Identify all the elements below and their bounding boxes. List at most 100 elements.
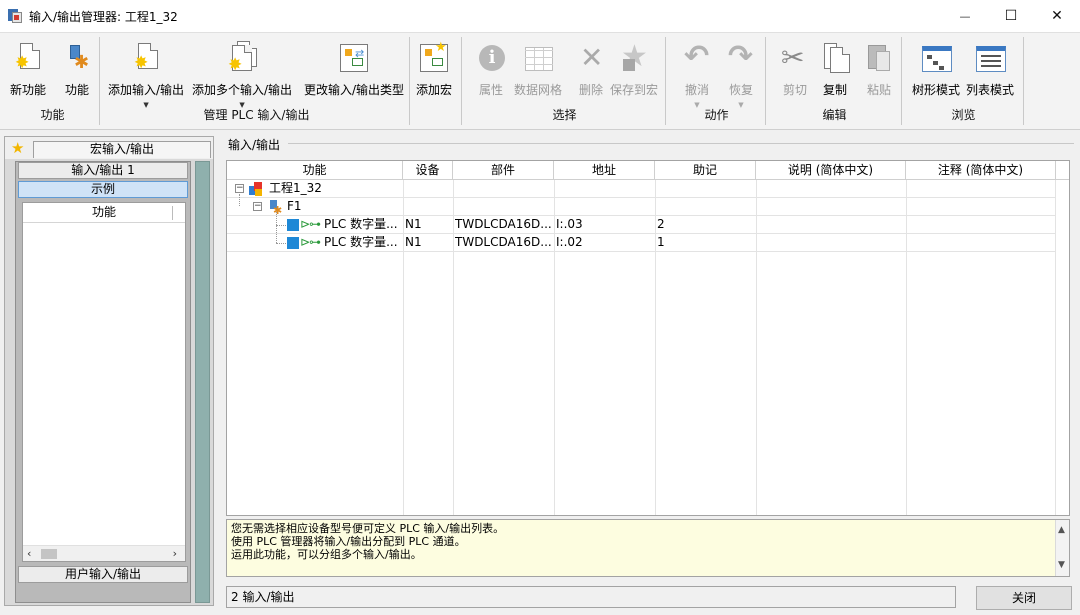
tree-mode-button[interactable]: 树形模式 bbox=[912, 41, 960, 98]
chevron-down-icon[interactable]: ▼ bbox=[1058, 559, 1065, 572]
paste-icon bbox=[862, 41, 896, 75]
scrollbar-thumb[interactable] bbox=[41, 549, 57, 559]
column-header[interactable]: 地址 bbox=[554, 161, 655, 180]
close-button[interactable]: 关闭 bbox=[976, 586, 1072, 610]
cell-device: N1 bbox=[405, 217, 422, 231]
plc-digital-io-icon: ⊳ ⊶ bbox=[287, 236, 321, 250]
close-window-button[interactable]: ✕ bbox=[1034, 0, 1080, 32]
function-button[interactable]: ✱ 功能 bbox=[60, 41, 94, 98]
ribbon-group-select: i 属性 数据网格 ✕ 删除 ★ 保存到宏 选择 bbox=[464, 37, 666, 125]
collapse-icon[interactable]: − bbox=[253, 202, 262, 211]
tree-row-function[interactable]: − ✱ F1 bbox=[227, 194, 1055, 216]
add-io-button[interactable]: ✸ 添加输入/输出 ▼ bbox=[108, 41, 184, 109]
copy-icon bbox=[818, 41, 852, 75]
new-function-icon: ✸ bbox=[11, 41, 45, 75]
vertical-scrollbar[interactable]: ▲ ▼ bbox=[1055, 520, 1069, 576]
cell-device: N1 bbox=[405, 235, 422, 249]
vertical-scrollbar[interactable] bbox=[1055, 180, 1069, 515]
tree-row-project[interactable]: − 工程1_32 bbox=[227, 180, 1055, 198]
change-io-type-icon: ⇄ bbox=[337, 41, 371, 75]
chevron-up-icon[interactable]: ▲ bbox=[1058, 524, 1065, 537]
new-function-button[interactable]: ✸ 新功能 bbox=[10, 41, 46, 98]
function-icon: ✱ bbox=[60, 41, 94, 75]
macro-io-navigator: 输入/输出 1 示例 功能 ‹ › 用户输入/输出 bbox=[15, 161, 191, 603]
table-header: 功能 设备 部件 地址 助记 说明 (简体中文) 注释 (简体中文) bbox=[227, 161, 1069, 180]
column-header[interactable]: 注释 (简体中文) bbox=[906, 161, 1056, 180]
ribbon-group-label: 浏览 bbox=[951, 108, 976, 122]
help-line: 使用 PLC 管理器将输入/输出分配到 PLC 通道。 bbox=[231, 535, 466, 548]
table-row[interactable]: ⊳ ⊶ PLC 数字量... N1 TWDLCDA16D... I:.03 2 bbox=[227, 212, 1055, 234]
maximize-icon: ☐ bbox=[1004, 8, 1018, 24]
favorites-star-icon[interactable]: ★ bbox=[11, 139, 24, 157]
cell-mnemonic: 2 bbox=[657, 217, 665, 231]
collapse-icon[interactable]: − bbox=[235, 184, 244, 193]
minimize-button[interactable]: — bbox=[942, 0, 988, 32]
chevron-left-icon[interactable]: ‹ bbox=[27, 547, 31, 560]
redo-button[interactable]: ↷ 恢复 ▼ bbox=[724, 39, 758, 109]
function-list-header[interactable]: 功能 bbox=[23, 203, 185, 223]
horizontal-scrollbar[interactable]: ‹ › bbox=[23, 545, 185, 561]
column-header[interactable]: 说明 (简体中文) bbox=[756, 161, 906, 180]
cut-button[interactable]: ✂ 剪切 bbox=[778, 41, 812, 98]
cell-function: PLC 数字量... bbox=[324, 217, 398, 231]
list-mode-button[interactable]: 列表模式 bbox=[966, 41, 1014, 98]
add-multiple-io-button[interactable]: ✸ 添加多个输入/输出 ▼ bbox=[192, 41, 292, 109]
io-table: 功能 设备 部件 地址 助记 说明 (简体中文) 注释 (简体中文) − 工程1… bbox=[226, 160, 1070, 516]
ribbon-group-browse: 树形模式 列表模式 浏览 bbox=[904, 37, 1024, 125]
copy-button[interactable]: 复制 bbox=[818, 41, 852, 98]
ribbon-group-action: ↶ 撤消 ▼ ↷ 恢复 ▼ 动作 bbox=[668, 37, 766, 125]
ribbon-group-label: 动作 bbox=[704, 108, 729, 122]
redo-icon: ↷ bbox=[728, 39, 754, 74]
help-line: 运用此功能，可以分组多个输入/输出。 bbox=[231, 548, 422, 561]
table-row[interactable]: ⊳ ⊶ PLC 数字量... N1 TWDLCDA16D... I:.02 1 bbox=[227, 225, 1055, 252]
cell-mnemonic: 1 bbox=[657, 235, 665, 249]
cut-icon: ✂ bbox=[781, 41, 805, 74]
ribbon-group-label: 管理 PLC 输入/输出 bbox=[203, 108, 310, 122]
properties-icon: i bbox=[474, 41, 508, 75]
data-grid-button[interactable]: 数据网格 bbox=[514, 41, 562, 98]
list-mode-icon bbox=[973, 41, 1007, 75]
ribbon-group-manage-plc-io: ✸ 添加输入/输出 ▼ ✸ 添加多个输入/输出 ▼ ⇄ 更改输入/输出类型 管理… bbox=[104, 37, 410, 125]
tab-macro-io[interactable]: 宏输入/输出 bbox=[33, 141, 211, 158]
change-io-type-button[interactable]: ⇄ 更改输入/输出类型 bbox=[304, 41, 404, 98]
delete-button[interactable]: ✕ 删除 bbox=[574, 41, 608, 98]
example-item[interactable]: 示例 bbox=[18, 181, 188, 198]
cell-part: TWDLCDA16D... bbox=[455, 235, 552, 249]
close-icon: ✕ bbox=[1051, 8, 1063, 24]
save-to-macro-button[interactable]: ★ 保存到宏 bbox=[610, 39, 658, 98]
cell-part: TWDLCDA16D... bbox=[455, 217, 552, 231]
app-icon bbox=[8, 9, 22, 23]
column-header[interactable]: 助记 bbox=[655, 161, 756, 180]
section-io-1[interactable]: 输入/输出 1 bbox=[18, 162, 188, 179]
plc-digital-io-icon: ⊳ ⊶ bbox=[287, 218, 321, 232]
undo-button[interactable]: ↶ 撤消 ▼ bbox=[680, 39, 714, 109]
ribbon-group-label: 编辑 bbox=[822, 108, 847, 122]
ribbon-toolbar: ✸ 新功能 ✱ 功能 功能 ✸ 添加输入/输出 ▼ ✸ 添加多个输入/输出 ▼ … bbox=[0, 32, 1080, 130]
properties-button[interactable]: i 属性 bbox=[474, 41, 508, 98]
cell-address: I:.02 bbox=[556, 235, 583, 249]
ribbon-group-label: 选择 bbox=[552, 108, 577, 122]
project-icon bbox=[249, 182, 263, 196]
help-text-box: 您无需选择相应设备型号便可定义 PLC 输入/输出列表。 使用 PLC 管理器将… bbox=[226, 519, 1070, 577]
function-list: 功能 ‹ › bbox=[22, 202, 186, 562]
ribbon-group-edit: ✂ 剪切 复制 粘贴 编辑 bbox=[768, 37, 902, 125]
tree-mode-icon bbox=[919, 41, 953, 75]
panel-splitter[interactable] bbox=[195, 161, 210, 603]
ribbon-group-macro: ★ 添加宏 bbox=[412, 37, 462, 125]
add-multiple-io-icon: ✸ bbox=[225, 41, 259, 75]
section-user-io[interactable]: 用户输入/输出 bbox=[18, 566, 188, 583]
column-header[interactable]: 功能 bbox=[227, 161, 403, 180]
chevron-right-icon[interactable]: › bbox=[173, 547, 177, 560]
paste-button[interactable]: 粘贴 bbox=[862, 41, 896, 98]
project-name: 工程1_32 bbox=[269, 181, 322, 195]
function-name: F1 bbox=[287, 199, 302, 213]
section-title: 输入/输出 bbox=[228, 138, 281, 152]
add-io-icon: ✸ bbox=[129, 41, 163, 75]
column-header[interactable]: 部件 bbox=[453, 161, 554, 180]
add-macro-button[interactable]: ★ 添加宏 bbox=[416, 41, 452, 98]
column-header[interactable]: 设备 bbox=[403, 161, 453, 180]
data-grid-icon bbox=[521, 41, 555, 75]
macro-io-panel: ★ 宏输入/输出 输入/输出 1 示例 功能 ‹ › 用户输入/输出 bbox=[4, 136, 214, 606]
add-macro-icon: ★ bbox=[417, 41, 451, 75]
maximize-button[interactable]: ☐ bbox=[988, 0, 1034, 32]
